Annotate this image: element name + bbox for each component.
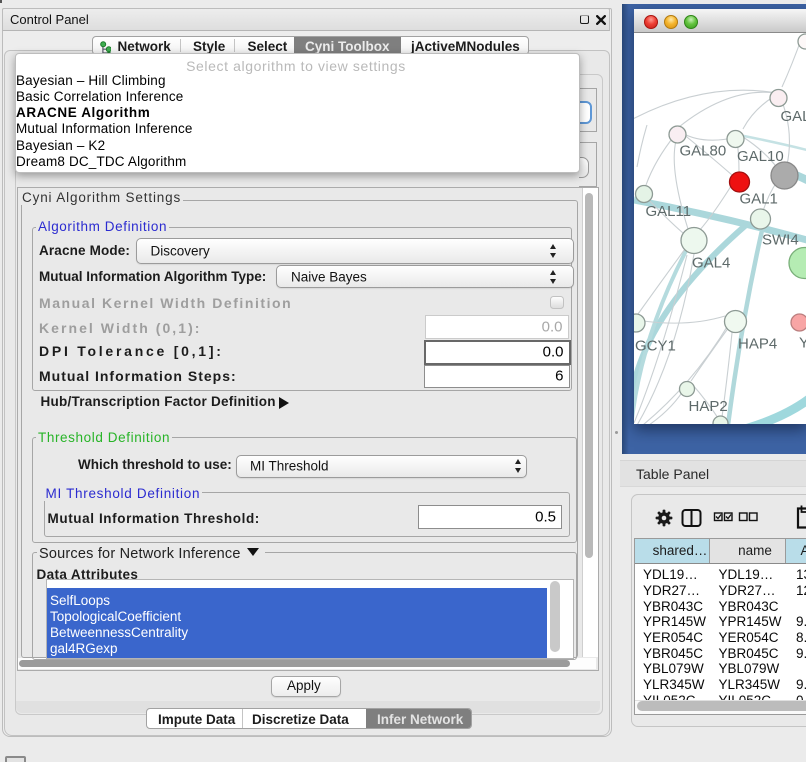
svg-text:HAP4: HAP4: [738, 335, 777, 352]
svg-text:HAP2: HAP2: [688, 398, 727, 415]
svg-text:SWI4: SWI4: [762, 231, 799, 248]
svg-text:YJL21: YJL21: [799, 334, 806, 351]
svg-text:GAL7: GAL7: [780, 108, 806, 125]
svg-text:GAL11: GAL11: [645, 203, 691, 220]
svg-text:GAL10: GAL10: [737, 148, 784, 165]
svg-text:GAL4: GAL4: [692, 254, 730, 271]
svg-text:GAL1: GAL1: [739, 190, 777, 207]
svg-text:GCY1: GCY1: [635, 337, 676, 354]
svg-text:GAL80: GAL80: [679, 142, 726, 159]
